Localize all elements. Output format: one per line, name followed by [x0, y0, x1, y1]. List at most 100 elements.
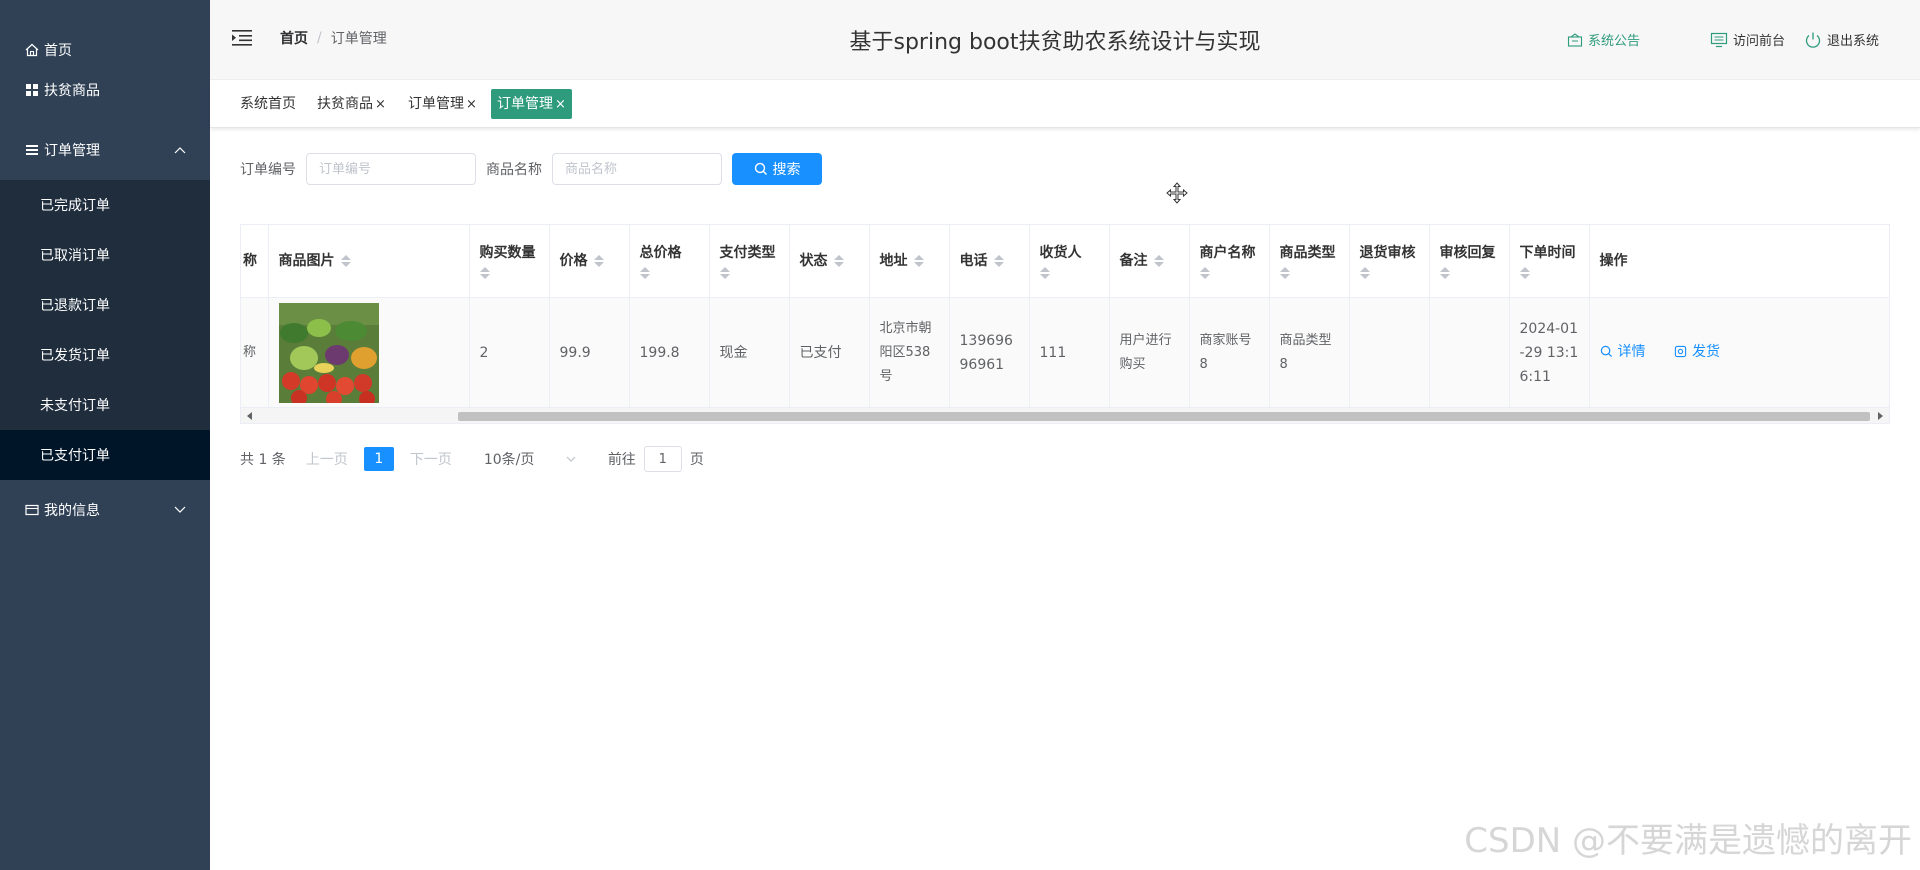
- home-icon: [24, 42, 40, 58]
- cell-image: [268, 297, 470, 410]
- sort-icon: [1359, 266, 1370, 280]
- sidebar-item-label: 首页: [44, 43, 72, 59]
- cell-remark: 用户进行购买: [1109, 297, 1190, 410]
- sort-icon: [1199, 266, 1210, 280]
- sidebar-item-my-info[interactable]: 我的信息: [0, 480, 210, 540]
- search-button[interactable]: 搜索: [732, 153, 822, 185]
- submenu-item-refunded[interactable]: 已退款订单: [0, 280, 210, 330]
- logout-label: 退出系统: [1827, 34, 1880, 49]
- cell-total: 199.8: [629, 297, 710, 410]
- sidebar-item-label: 我的信息: [44, 503, 100, 519]
- tab-label: 订单管理: [408, 96, 464, 112]
- cell-quantity: 2: [469, 297, 550, 410]
- close-icon[interactable]: ×: [375, 97, 386, 112]
- col-header-review-reply[interactable]: 审核回复: [1429, 225, 1510, 298]
- submenu-item-paid[interactable]: 已支付订单: [0, 430, 210, 480]
- tags-view-bar: 系统首页 扶贫商品 × 订单管理 × 订单管理 ×: [210, 80, 1920, 128]
- tab-label: 扶贫商品: [317, 96, 373, 112]
- product-name-label: 商品名称: [486, 162, 542, 178]
- col-header-status[interactable]: 状态: [789, 225, 870, 298]
- col-header-receiver[interactable]: 收货人: [1029, 225, 1110, 298]
- page-number-button[interactable]: 1: [363, 447, 394, 471]
- col-header-pay-type[interactable]: 支付类型: [709, 225, 790, 298]
- col-header-phone[interactable]: 电话: [949, 225, 1030, 298]
- scroll-right-icon[interactable]: [1875, 411, 1885, 421]
- order-no-input[interactable]: [306, 153, 476, 185]
- cell-pay-type: 现金: [709, 297, 790, 410]
- col-header-return-review[interactable]: 退货审核: [1349, 225, 1430, 298]
- cell-price: 99.9: [549, 297, 630, 410]
- sort-icon: [1279, 266, 1290, 280]
- horizontal-scrollbar[interactable]: [241, 407, 1889, 423]
- system-notice-link[interactable]: 系统公告: [1567, 30, 1640, 49]
- visit-front-link[interactable]: 访问前台: [1710, 30, 1785, 49]
- sort-icon: [913, 254, 924, 268]
- sort-icon: [833, 254, 844, 268]
- table-header-row: 称 商品图片 购买数量 价格 总价格 支付类型 状态 地址 电话 收货人 备注 …: [241, 225, 1889, 298]
- col-header-remark[interactable]: 备注: [1109, 225, 1190, 298]
- col-header-image[interactable]: 商品图片: [268, 225, 470, 298]
- chevron-down-icon: [172, 502, 188, 518]
- watermark: CSDN @不要满是遗憾的离开: [1464, 821, 1912, 861]
- notice-icon: [1567, 32, 1583, 47]
- sort-icon: [1153, 254, 1164, 268]
- col-header-total[interactable]: 总价格: [629, 225, 710, 298]
- close-icon[interactable]: ×: [555, 97, 566, 112]
- col-header-address[interactable]: 地址: [869, 225, 950, 298]
- sidebar-item-label: 订单管理: [44, 143, 100, 159]
- sidebar-item-label: 扶贫商品: [44, 83, 100, 99]
- tab-orders-active[interactable]: 订单管理 ×: [491, 89, 572, 119]
- search-icon: [1600, 346, 1612, 358]
- close-icon[interactable]: ×: [466, 97, 477, 112]
- tab-orders[interactable]: 订单管理 ×: [402, 89, 483, 119]
- col-header-name: 称: [241, 225, 269, 298]
- tab-label: 系统首页: [240, 96, 296, 112]
- col-header-quantity[interactable]: 购买数量: [469, 225, 550, 298]
- pager-total: 共 1 条: [240, 452, 286, 468]
- list-icon: [24, 142, 40, 158]
- col-header-order-time[interactable]: 下单时间: [1509, 225, 1590, 298]
- page-title: 基于spring boot扶贫助农系统设计与实现: [849, 30, 1261, 55]
- cell-name: 称: [241, 297, 269, 410]
- submenu-item-unpaid[interactable]: 未支付订单: [0, 380, 210, 430]
- cell-order-time: 2024-01-29 13:16:11: [1509, 297, 1590, 410]
- tab-system-home[interactable]: 系统首页: [234, 89, 302, 119]
- grid-icon: [24, 82, 40, 98]
- system-notice-label: 系统公告: [1588, 34, 1641, 49]
- product-name-input[interactable]: [552, 153, 722, 185]
- visit-front-label: 访问前台: [1733, 34, 1786, 49]
- sort-icon: [1519, 266, 1530, 280]
- col-header-product-type[interactable]: 商品类型: [1269, 225, 1350, 298]
- scroll-left-icon[interactable]: [245, 411, 255, 421]
- prev-page-button[interactable]: 上一页: [306, 449, 348, 469]
- top-header: 首页 / 订单管理 基于spring boot扶贫助农系统设计与实现 系统公告 …: [210, 0, 1920, 80]
- scrollbar-thumb[interactable]: [458, 412, 1870, 421]
- tab-label: 订单管理: [497, 96, 553, 112]
- cell-receiver: 111: [1029, 297, 1110, 410]
- ship-button[interactable]: 发货: [1674, 340, 1720, 364]
- cell-review-reply: [1429, 297, 1510, 410]
- id-card-icon: [24, 502, 40, 518]
- order-no-label: 订单编号: [240, 162, 296, 178]
- cell-merchant: 商家账号8: [1189, 297, 1270, 410]
- goto-label: 前往: [607, 452, 636, 468]
- submenu-item-cancelled[interactable]: 已取消订单: [0, 230, 210, 280]
- sidebar-item-products[interactable]: 扶贫商品: [0, 60, 210, 120]
- cell-phone: 13969696961: [949, 297, 1030, 410]
- next-page-button[interactable]: 下一页: [410, 449, 452, 469]
- logout-link[interactable]: 退出系统: [1804, 30, 1879, 49]
- sort-icon: [993, 254, 1004, 268]
- ship-button-label: 发货: [1691, 343, 1720, 360]
- goto-page-input[interactable]: [643, 446, 682, 472]
- tab-products[interactable]: 扶贫商品 ×: [311, 89, 392, 119]
- sidebar: 首页 扶贫商品 订单管理 已完成订单 已取消订单 已退款订单 已发货订单 未支付…: [0, 0, 210, 870]
- col-header-price[interactable]: 价格: [549, 225, 630, 298]
- submenu-item-shipped[interactable]: 已发货订单: [0, 330, 210, 380]
- power-icon: [1805, 32, 1821, 48]
- sidebar-item-orders[interactable]: 订单管理: [0, 120, 210, 180]
- col-header-merchant[interactable]: 商户名称: [1189, 225, 1270, 298]
- detail-button[interactable]: 详情: [1600, 340, 1646, 364]
- ship-icon: [1674, 346, 1687, 358]
- page-size-select[interactable]: 10条/页: [484, 445, 584, 473]
- submenu-item-completed[interactable]: 已完成订单: [0, 180, 210, 230]
